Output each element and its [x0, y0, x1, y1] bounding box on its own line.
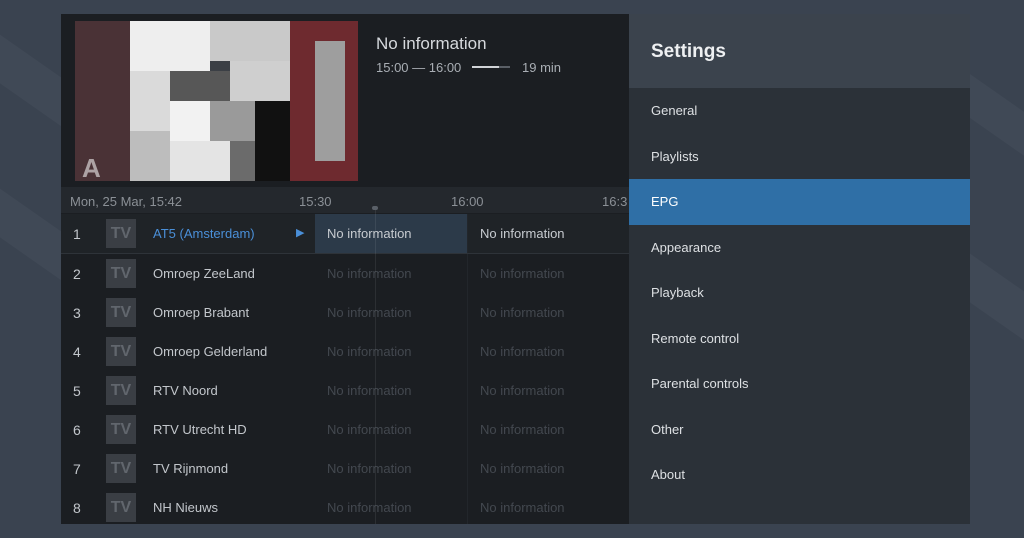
tv-logo-icon: TV — [106, 376, 136, 405]
current-time-marker — [372, 206, 378, 210]
program-cell[interactable]: No information — [467, 254, 629, 293]
preview-pixel — [315, 41, 345, 161]
channel-name: TV Rijnmond — [153, 461, 229, 476]
channel-name: Omroep Gelderland — [153, 344, 268, 359]
channel-name: RTV Noord — [153, 383, 218, 398]
preview-pixel — [255, 101, 290, 181]
video-preview[interactable]: A — [75, 21, 358, 181]
program-progress-bar — [472, 66, 510, 68]
tv-logo-icon: TV — [106, 259, 136, 288]
settings-item-playlists[interactable]: Playlists — [629, 134, 970, 180]
program-cell[interactable]: No information — [467, 488, 629, 524]
channel-watermark: A — [82, 153, 101, 181]
tv-logo-icon: TV — [106, 493, 136, 522]
program-cell[interactable]: No information — [315, 488, 467, 524]
preview-pixel — [130, 21, 210, 71]
channel-number: 4 — [73, 344, 81, 360]
settings-item-general[interactable]: General — [629, 88, 970, 134]
settings-panel: Settings General Playlists EPG Appearance Pl… — [629, 14, 970, 524]
settings-item-remote-control[interactable]: Remote control — [629, 316, 970, 362]
settings-title: Settings — [651, 41, 726, 62]
channel-name: Omroep ZeeLand — [153, 266, 255, 281]
channel-row[interactable]: 6 TV RTV Utrecht HD No information No inform… — [61, 410, 629, 449]
preview-pixel — [130, 131, 170, 181]
program-cell[interactable]: No information — [315, 293, 467, 332]
current-date-time: Mon, 25 Mar, 15:42 — [70, 194, 183, 209]
preview-pixel — [230, 61, 290, 101]
program-progress-fill — [472, 66, 499, 68]
program-cell[interactable]: No information — [315, 410, 467, 449]
settings-item-about[interactable]: About — [629, 452, 970, 498]
settings-header: Settings — [629, 14, 970, 88]
channel-row[interactable]: 8 TV NH Nieuws No information No information — [61, 488, 629, 524]
preview-pixel — [210, 101, 255, 141]
channel-number: 1 — [73, 226, 81, 242]
channel-number: 8 — [73, 500, 81, 516]
channel-list: 1 TV AT5 (Amsterdam) ▶ No information No info… — [61, 214, 629, 524]
preview-pixel — [210, 21, 290, 61]
channel-row[interactable]: 2 TV Omroep ZeeLand No information No inform… — [61, 254, 629, 293]
program-cell[interactable]: No information — [467, 332, 629, 371]
program-cell[interactable]: No information — [315, 371, 467, 410]
tv-logo-icon: TV — [106, 219, 136, 248]
preview-pixel — [170, 141, 230, 181]
time-slot: 16:3 — [602, 194, 628, 209]
channel-row[interactable]: 5 TV RTV Noord No information No information — [61, 371, 629, 410]
program-cell[interactable]: No information — [315, 214, 467, 253]
program-time-range: 15:00 — 16:00 — [376, 60, 462, 75]
tv-logo-icon: TV — [106, 337, 136, 366]
program-cell[interactable]: No information — [467, 410, 629, 449]
epg-guide: A No information 15:00 — 16:00 19 min Mo… — [61, 14, 629, 524]
program-cell[interactable]: No information — [315, 449, 467, 488]
program-cell[interactable]: No information — [467, 293, 629, 332]
channel-number: 2 — [73, 266, 81, 282]
time-slot: 16:00 — [451, 194, 484, 209]
settings-item-parental-controls[interactable]: Parental controls — [629, 361, 970, 407]
settings-item-epg[interactable]: EPG — [629, 179, 970, 225]
channel-name: NH Nieuws — [153, 500, 219, 515]
tv-logo-icon: TV — [106, 415, 136, 444]
program-cell[interactable]: No information — [467, 449, 629, 488]
preview-pixel — [170, 71, 230, 101]
preview-pixel — [170, 101, 210, 141]
settings-menu: General Playlists EPG Appearance Playback Rem… — [629, 88, 970, 498]
channel-number: 7 — [73, 461, 81, 477]
channel-name: RTV Utrecht HD — [153, 422, 247, 437]
channel-name: AT5 (Amsterdam) — [153, 226, 255, 241]
settings-item-playback[interactable]: Playback — [629, 270, 970, 316]
channel-number: 5 — [73, 383, 81, 399]
channel-row[interactable]: 7 TV TV Rijnmond No information No informati… — [61, 449, 629, 488]
program-cell[interactable]: No information — [315, 254, 467, 293]
program-title: No information — [376, 34, 487, 53]
program-cell[interactable]: No information — [467, 214, 629, 253]
play-icon: ▶ — [296, 227, 305, 239]
program-cell[interactable]: No information — [467, 371, 629, 410]
current-time-line — [375, 208, 376, 524]
program-remaining: 19 min — [522, 60, 562, 75]
channel-number: 6 — [73, 422, 81, 438]
tv-logo-icon: TV — [106, 454, 136, 483]
channel-row[interactable]: 3 TV Omroep Brabant No information No inform… — [61, 293, 629, 332]
channel-number: 3 — [73, 305, 81, 321]
tv-logo-icon: TV — [106, 298, 136, 327]
settings-item-other[interactable]: Other — [629, 407, 970, 453]
timeline-header: Mon, 25 Mar, 15:42 15:30 16:00 16:3 — [61, 187, 629, 213]
program-cell[interactable]: No information — [315, 332, 467, 371]
preview-pixel — [130, 71, 170, 131]
channel-row[interactable]: 4 TV Omroep Gelderland No information No inf… — [61, 332, 629, 371]
preview-pixel — [230, 141, 255, 181]
time-slot: 15:30 — [299, 194, 332, 209]
channel-row[interactable]: 1 TV AT5 (Amsterdam) ▶ No information No info… — [61, 214, 629, 254]
channel-name: Omroep Brabant — [153, 305, 250, 320]
settings-item-appearance[interactable]: Appearance — [629, 225, 970, 271]
